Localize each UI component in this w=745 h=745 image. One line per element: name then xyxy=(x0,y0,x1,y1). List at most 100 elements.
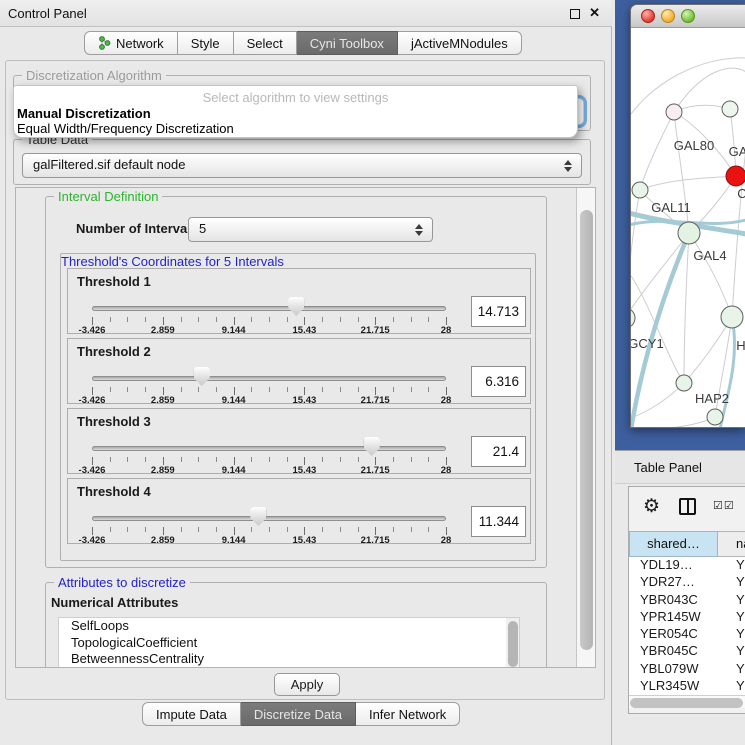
table-row[interactable]: YDL19…YDL1 xyxy=(629,557,745,574)
cell-shared-name[interactable]: YBR043C xyxy=(629,592,718,609)
threshold-2-slider[interactable]: -3.4262.8599.14415.4321.71528 xyxy=(92,339,446,405)
tab-select[interactable]: Select xyxy=(234,31,297,55)
cell-name[interactable]: YBL0 xyxy=(718,661,745,678)
table-row[interactable]: YBL079WYBL0 xyxy=(629,661,745,678)
float-window-icon[interactable] xyxy=(570,9,580,19)
table-panel-title: Table Panel xyxy=(634,460,702,475)
gear-icon[interactable]: ⚙ xyxy=(643,495,660,518)
tick-label: 15.43 xyxy=(274,395,334,406)
tick-label: -3.426 xyxy=(62,325,122,336)
column-header-name[interactable]: na xyxy=(718,531,745,557)
cell-name[interactable]: YBR0 xyxy=(718,592,745,609)
column-header-shared-name[interactable]: shared… xyxy=(629,531,718,557)
cell-name[interactable]: YPR1 xyxy=(718,609,745,626)
cell-name[interactable]: YBR0 xyxy=(718,643,745,660)
network-edge[interactable] xyxy=(689,233,732,317)
network-view-window[interactable]: GAL80GACGAL11GAL4GCY1HHAP2 xyxy=(630,4,745,428)
cell-shared-name[interactable]: YER054C xyxy=(629,626,718,643)
tab-impute-data[interactable]: Impute Data xyxy=(142,702,241,726)
network-edge[interactable] xyxy=(640,112,674,190)
network-node-hap2[interactable] xyxy=(676,375,692,391)
vertical-scrollbar[interactable] xyxy=(576,188,595,667)
columns-icon[interactable] xyxy=(679,498,696,515)
network-canvas[interactable]: GAL80GACGAL11GAL4GCY1HHAP2 xyxy=(631,28,745,428)
close-icon[interactable]: ✕ xyxy=(589,5,600,21)
tick-mark xyxy=(181,317,182,322)
network-edge-highlighted[interactable] xyxy=(720,317,735,428)
cell-shared-name[interactable]: YDL19… xyxy=(629,557,718,574)
cell-name[interactable]: YER0 xyxy=(718,626,745,643)
threshold-3-slider[interactable]: -3.4262.8599.14415.4321.71528 xyxy=(92,409,446,475)
network-edge-highlighted[interactable] xyxy=(631,233,689,428)
table-data-combobox[interactable]: galFiltered.sif default node xyxy=(22,153,582,178)
mac-zoom-icon[interactable] xyxy=(681,9,695,23)
network-node-gal11[interactable] xyxy=(632,182,648,198)
network-node-gcy1[interactable] xyxy=(631,308,635,328)
slider-thumb[interactable] xyxy=(194,367,210,386)
select-columns-icon[interactable]: ☑☑ xyxy=(713,499,735,512)
tick-mark xyxy=(127,317,128,322)
attribute-item[interactable]: BetweennessCentrality xyxy=(59,651,519,668)
slider-thumb[interactable] xyxy=(364,437,380,456)
table-row[interactable]: YLR345WYLR3 xyxy=(629,678,745,695)
tick-mark xyxy=(375,457,376,465)
table-row[interactable]: YDR27…YDR2 xyxy=(629,574,745,591)
scrollbar-thumb[interactable] xyxy=(580,210,593,650)
tick-mark xyxy=(92,387,93,395)
table-row[interactable]: YER054CYER0 xyxy=(629,626,745,643)
tab-style[interactable]: Style xyxy=(178,31,234,55)
cell-name[interactable]: YLR3 xyxy=(718,678,745,695)
cell-shared-name[interactable]: YDR27… xyxy=(629,574,718,591)
network-edge[interactable] xyxy=(684,317,732,383)
tab-infer-network[interactable]: Infer Network xyxy=(356,702,460,726)
cell-shared-name[interactable]: YBL079W xyxy=(629,661,718,678)
scrollbar-thumb[interactable] xyxy=(630,698,743,708)
scrollbar-thumb[interactable] xyxy=(508,621,518,667)
threshold-value-field[interactable]: 14.713 xyxy=(471,296,526,327)
mac-minimize-icon[interactable] xyxy=(661,9,675,23)
network-window-titlebar[interactable] xyxy=(631,5,745,28)
slider-track[interactable] xyxy=(92,446,446,451)
attribute-item[interactable]: SelfLoops xyxy=(59,618,519,635)
network-edge[interactable] xyxy=(640,176,736,190)
threshold-4-slider[interactable]: -3.4262.8599.14415.4321.71528 xyxy=(92,479,446,545)
list-scrollbar[interactable] xyxy=(506,618,519,668)
cell-name[interactable]: YDL1 xyxy=(718,557,745,574)
tab-cyni-toolbox[interactable]: Cyni Toolbox xyxy=(297,31,398,55)
horizontal-scrollbar[interactable] xyxy=(629,695,745,708)
slider-track[interactable] xyxy=(92,306,446,311)
apply-button[interactable]: Apply xyxy=(274,673,340,696)
tab-network[interactable]: Network xyxy=(84,31,178,55)
slider-track[interactable] xyxy=(92,516,446,521)
attribute-item[interactable]: TopologicalCoefficient xyxy=(59,635,519,652)
network-edge[interactable] xyxy=(684,233,689,383)
table-row[interactable]: YPR145WYPR1 xyxy=(629,609,745,626)
tab-discretize-data[interactable]: Discretize Data xyxy=(241,702,356,726)
table-row[interactable]: YBR043CYBR0 xyxy=(629,592,745,609)
number-of-intervals-combobox[interactable]: 5 xyxy=(188,217,433,242)
cell-shared-name[interactable]: YLR345W xyxy=(629,678,718,695)
cell-shared-name[interactable]: YPR145W xyxy=(629,609,718,626)
tab-jactivemnodules[interactable]: jActiveMNodules xyxy=(398,31,522,55)
slider-thumb[interactable] xyxy=(288,297,304,316)
cell-name[interactable]: YDR2 xyxy=(718,574,745,591)
mac-close-icon[interactable] xyxy=(641,9,655,23)
threshold-value-field[interactable]: 6.316 xyxy=(471,366,526,397)
cell-shared-name[interactable]: YBR045C xyxy=(629,643,718,660)
dropdown-item-manual-discretization[interactable]: Manual Discretization xyxy=(17,106,151,121)
threshold-value-field[interactable]: 11.344 xyxy=(471,506,526,537)
network-node-gal80[interactable] xyxy=(666,104,682,120)
network-edge[interactable] xyxy=(641,417,715,428)
threshold-1-slider[interactable]: -3.4262.8599.14415.4321.71528 xyxy=(92,269,446,335)
network-node-gal4[interactable] xyxy=(678,222,700,244)
threshold-value-field[interactable]: 21.4 xyxy=(471,436,526,467)
slider-track[interactable] xyxy=(92,376,446,381)
network-node-c[interactable] xyxy=(726,166,745,186)
network-node-ga[interactable] xyxy=(722,101,738,117)
numerical-attributes-list[interactable]: SelfLoopsTopologicalCoefficientBetweenne… xyxy=(58,617,520,668)
dropdown-item-equal-width-frequency[interactable]: Equal Width/Frequency Discretization xyxy=(17,121,234,136)
slider-thumb[interactable] xyxy=(250,507,266,526)
network-node[interactable] xyxy=(707,409,723,425)
table-row[interactable]: YBR045CYBR0 xyxy=(629,643,745,660)
network-node-h[interactable] xyxy=(721,306,743,328)
